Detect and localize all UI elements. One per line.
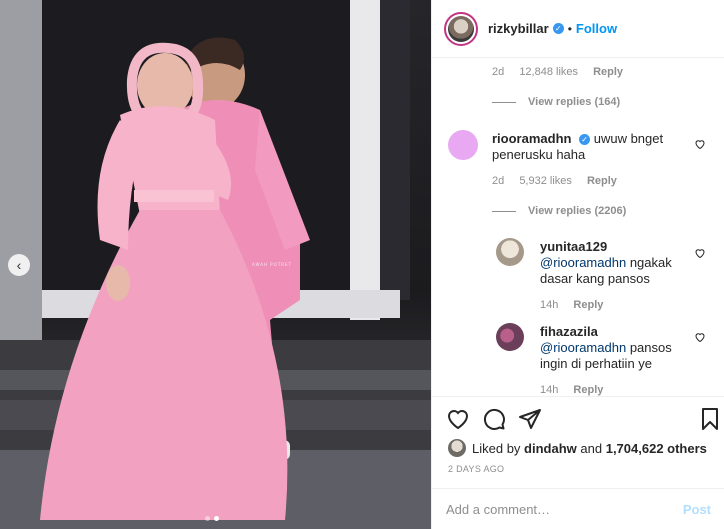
add-comment-bar: Post (432, 488, 724, 529)
reply-button[interactable]: Reply (573, 299, 603, 311)
comment-input[interactable] (446, 501, 683, 517)
reply-button[interactable]: Reply (587, 175, 617, 187)
reply-meta: 14h Reply (540, 299, 603, 311)
comment-likes[interactable]: 12,848 likes (519, 66, 578, 78)
post-date[interactable]: 2 DAYS AGO (448, 464, 504, 474)
reply-time: 14h (540, 384, 559, 396)
post-side-panel: rizkybillar ✓ • Follow 2d 12,848 likes R… (431, 0, 724, 529)
comments-list[interactable]: 2d 12,848 likes Reply View replies (164)… (432, 58, 724, 396)
reply-mention[interactable]: @riooramadhn (540, 255, 626, 270)
comment-meta: 2d 5,932 likes Reply (492, 175, 617, 187)
heart-icon[interactable] (446, 407, 470, 431)
carousel-dot (205, 516, 210, 521)
liker-username[interactable]: dindahw (524, 441, 577, 456)
liker-avatar[interactable] (448, 439, 466, 457)
share-icon[interactable] (518, 407, 542, 431)
heart-icon[interactable] (694, 247, 706, 259)
verified-icon: ✓ (579, 134, 591, 145)
comment-body: riooramadhn ✓ uwuw bnget penerusku haha (492, 131, 692, 163)
comment-likes[interactable]: 5,932 likes (519, 175, 572, 187)
author-avatar[interactable] (444, 11, 478, 46)
view-replies-button[interactable]: View replies (164) (492, 96, 620, 108)
reply-avatar[interactable] (496, 238, 524, 266)
likes-summary: Liked by dindahw and 1,704,622 others (448, 439, 707, 457)
comment-time: 2d (492, 66, 505, 78)
photo-illustration (0, 0, 431, 529)
reply-body: yunitaa129 @riooramadhn ngakak dasar kan… (540, 239, 680, 287)
comment-time: 2d (492, 175, 505, 187)
likes-count[interactable]: 1,704,622 others (606, 441, 707, 456)
view-replies-label: View replies (164) (528, 96, 621, 108)
carousel-dot-active (214, 516, 219, 521)
likes-prefix: Liked by (472, 440, 521, 456)
comment-username[interactable]: riooramadhn (492, 131, 571, 146)
heart-icon[interactable] (694, 331, 706, 343)
likes-joiner: and (580, 440, 603, 456)
reply-mention[interactable]: @riooramadhn (540, 340, 626, 355)
comment-meta: 2d 12,848 likes Reply (492, 66, 623, 78)
reply-meta: 14h Reply (540, 384, 603, 396)
photo-watermark: AWAH POTRET (252, 262, 293, 267)
reply-username[interactable]: fihazazila (540, 324, 598, 339)
post-header: rizkybillar ✓ • Follow (432, 0, 724, 58)
author-username[interactable]: rizkybillar (488, 21, 549, 36)
post-actions: Liked by dindahw and 1,704,622 others 2 … (432, 396, 724, 486)
post-comment-button[interactable]: Post (683, 502, 711, 517)
verified-icon: ✓ (552, 23, 564, 34)
carousel-indicators (205, 516, 219, 521)
bookmark-icon[interactable] (698, 407, 722, 431)
reply-button[interactable]: Reply (593, 66, 623, 78)
reply-username[interactable]: yunitaa129 (540, 239, 607, 254)
follow-button[interactable]: Follow (576, 21, 617, 36)
reply-button[interactable]: Reply (573, 384, 603, 396)
commenter-avatar[interactable] (448, 130, 478, 160)
divider-line (492, 101, 516, 103)
heart-icon[interactable] (694, 138, 706, 150)
reply-time: 14h (540, 299, 559, 311)
reply-avatar[interactable] (496, 323, 524, 351)
divider-line (492, 210, 516, 212)
view-replies-label: View replies (2206) (528, 205, 627, 217)
comment-icon[interactable] (482, 407, 506, 431)
header-separator: • (567, 21, 572, 36)
reply-body: fihazazila @riooramadhn pansos ingin di … (540, 324, 680, 372)
carousel-prev-button[interactable]: ‹ (8, 254, 30, 276)
view-replies-button[interactable]: View replies (2206) (492, 205, 626, 217)
post-photo[interactable]: AWAH POTRET ‹ (0, 0, 431, 529)
